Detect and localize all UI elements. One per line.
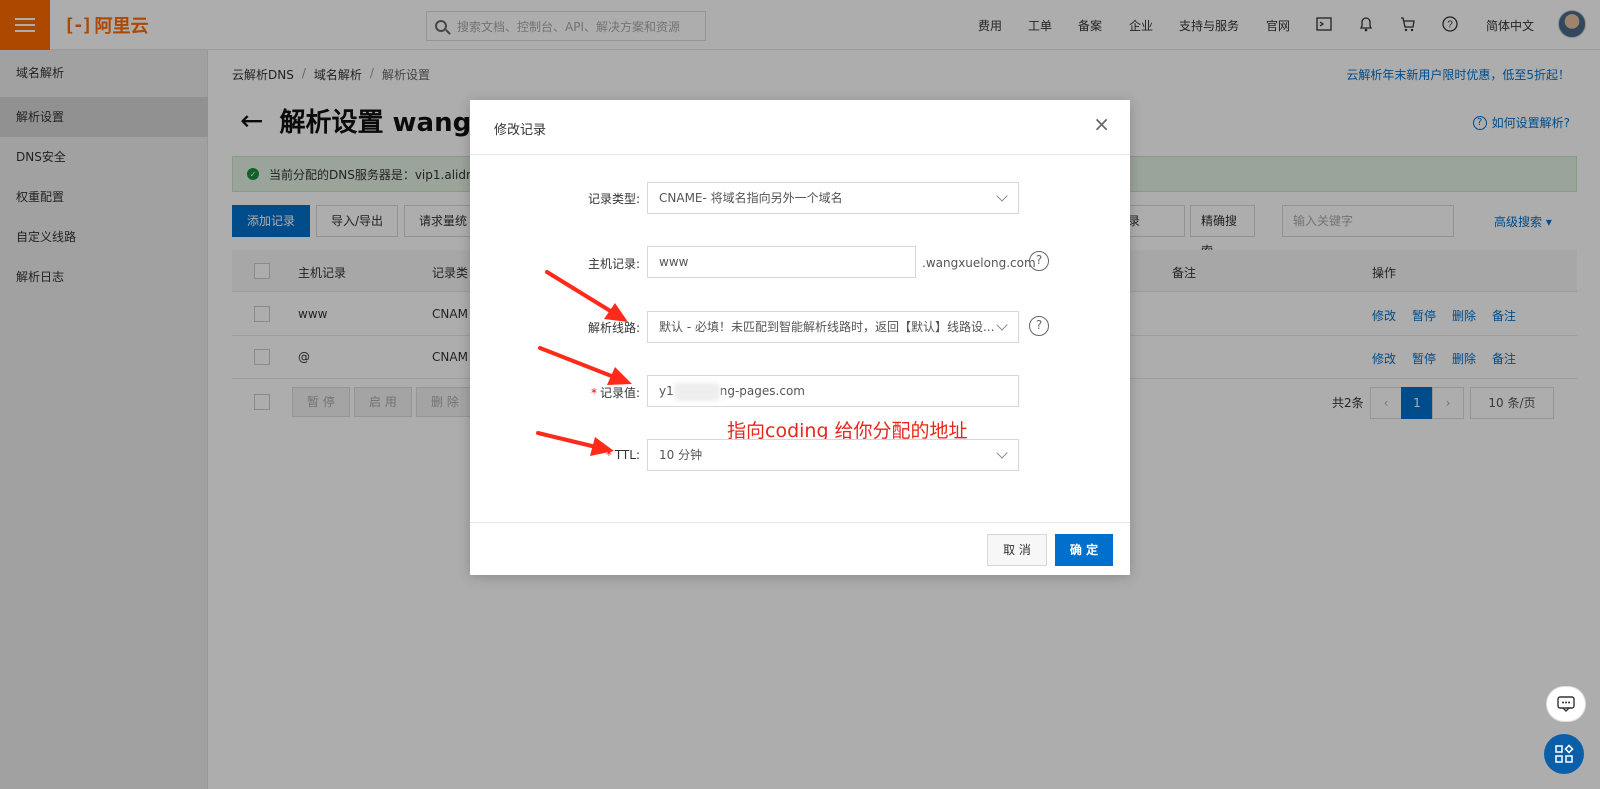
- apps-icon[interactable]: [1544, 734, 1584, 774]
- close-icon[interactable]: ×: [1093, 114, 1110, 134]
- resolution-line-label: 解析线路:: [587, 321, 640, 335]
- question-icon[interactable]: ?: [1029, 251, 1049, 271]
- cancel-button[interactable]: 取 消: [987, 534, 1047, 566]
- edit-record-dialog: 修改记录 × 记录类型: CNAME- 将域名指向另外一个域名 主机记录: ww…: [470, 100, 1130, 575]
- required-mark: *: [605, 448, 612, 462]
- chat-icon[interactable]: [1546, 686, 1586, 722]
- record-type-label: 记录类型:: [587, 192, 640, 206]
- redacted-blur: [673, 382, 720, 401]
- domain-suffix: .wangxuelong.com: [922, 256, 1036, 270]
- record-value-label: * 记录值:: [490, 384, 640, 401]
- host-record-input[interactable]: www: [647, 246, 916, 278]
- host-record-value: www: [659, 255, 689, 269]
- resolution-line-value: 默认 - 必填！未匹配到智能解析线路时，返回【默认】线路设...: [659, 320, 995, 334]
- dialog-title: 修改记录: [494, 123, 547, 138]
- ttl-label-text: TTL:: [614, 448, 640, 462]
- resolution-line-select[interactable]: 默认 - 必填！未匹配到智能解析线路时，返回【默认】线路设...: [647, 311, 1019, 343]
- ttl-value: 10 分钟: [659, 448, 703, 462]
- record-value-label-text: 记录值:: [599, 386, 640, 400]
- required-mark: *: [590, 386, 597, 400]
- question-icon[interactable]: ?: [1029, 316, 1049, 336]
- record-value-suffix: ng-pages.com: [719, 384, 805, 398]
- record-value-prefix: y1: [659, 384, 674, 398]
- dialog-header: 修改记录 ×: [470, 100, 1130, 155]
- record-type-select[interactable]: CNAME- 将域名指向另外一个域名: [647, 182, 1019, 214]
- dialog-footer-divider: [470, 522, 1130, 523]
- ttl-label: * TTL:: [490, 448, 640, 462]
- host-record-label: 主机记录:: [587, 257, 640, 271]
- record-value-input[interactable]: y1 ng-pages.com: [647, 375, 1019, 407]
- record-type-value: CNAME- 将域名指向另外一个域名: [659, 191, 843, 205]
- confirm-button[interactable]: 确 定: [1055, 534, 1113, 566]
- ttl-select[interactable]: 10 分钟: [647, 439, 1019, 471]
